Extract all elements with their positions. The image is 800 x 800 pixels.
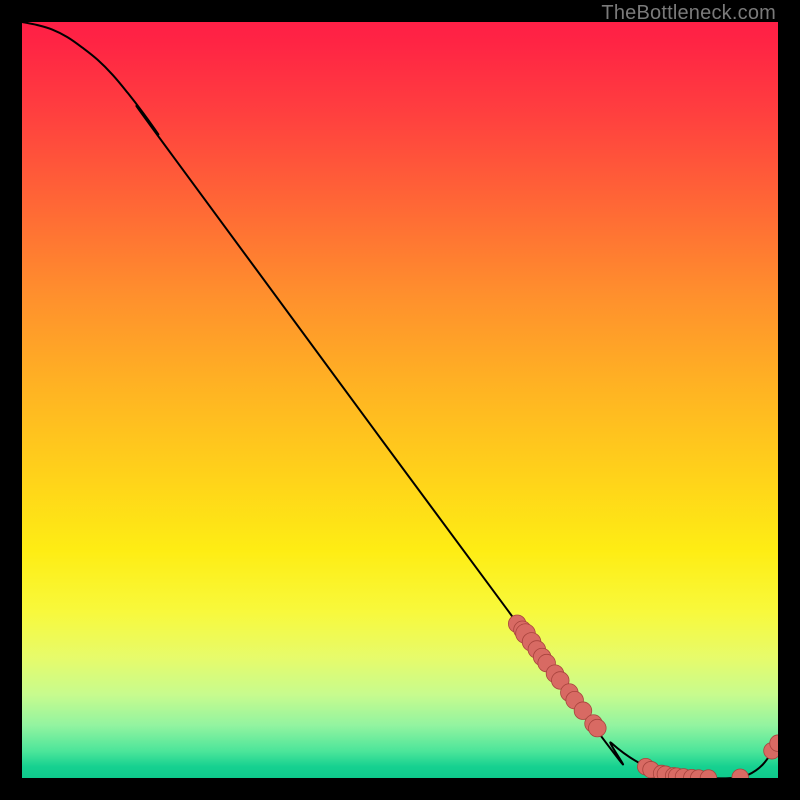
data-marker <box>589 719 607 737</box>
chart-stage: TheBottleneck.com <box>0 0 800 800</box>
chart-overlay <box>22 22 778 778</box>
data-marker <box>732 769 749 778</box>
plot-area <box>22 22 778 778</box>
data-markers <box>508 615 778 778</box>
bottleneck-curve <box>22 22 778 778</box>
